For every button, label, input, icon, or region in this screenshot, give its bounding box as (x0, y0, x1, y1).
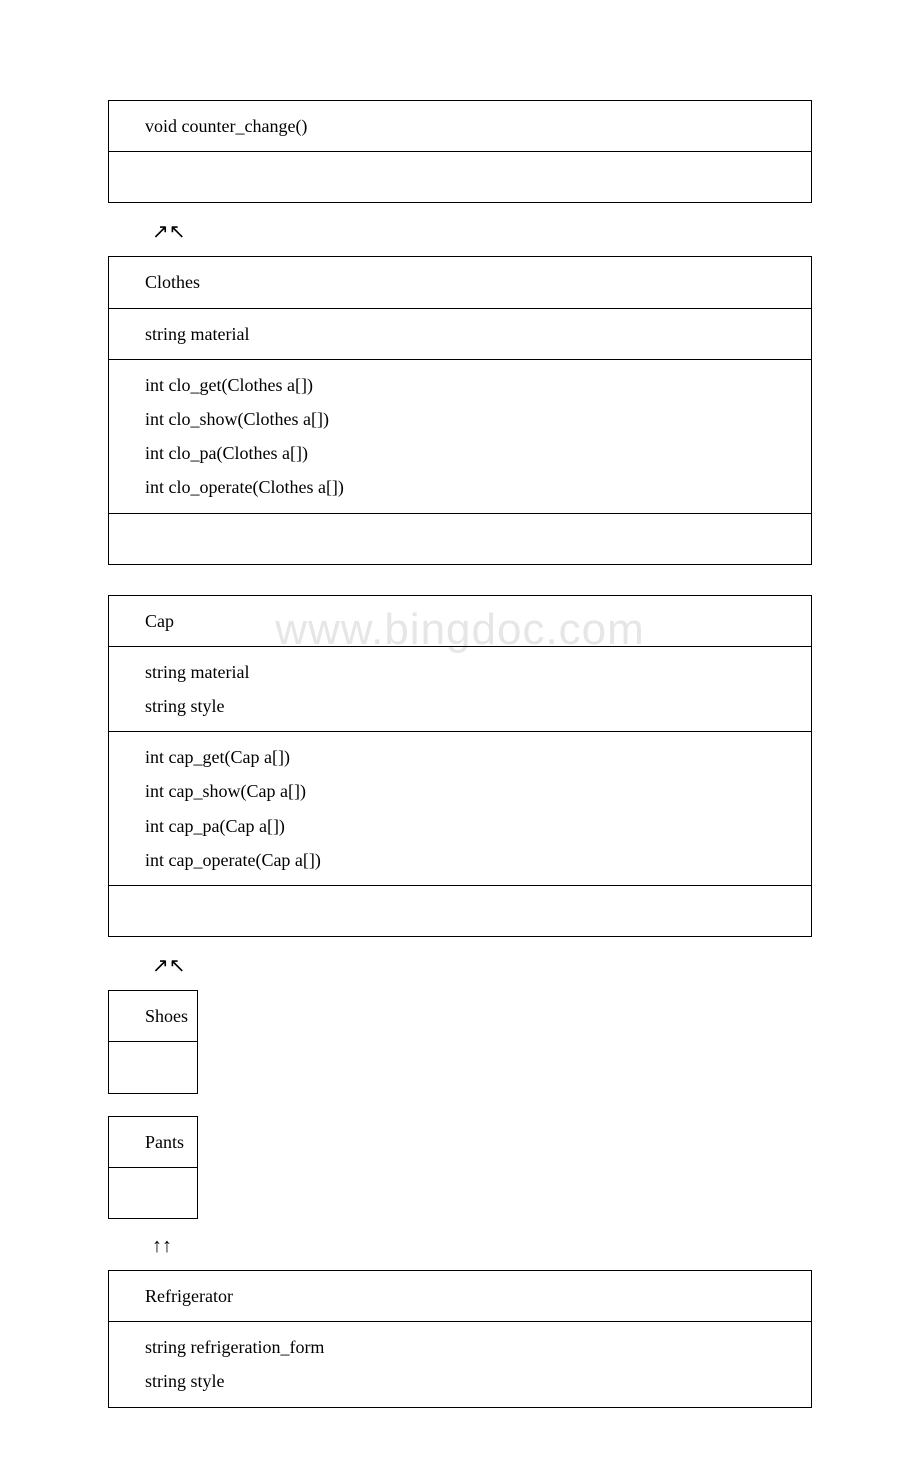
class-name-refrigerator: Refrigerator (109, 1271, 811, 1321)
empty-section (109, 1042, 197, 1092)
document-content: void counter_change() ↗↖ Clothes string … (108, 100, 812, 1408)
class-name-cap: Cap (109, 596, 811, 646)
class-name-text: Cap (145, 604, 801, 638)
empty-section (109, 152, 811, 202)
class-box-cap: Cap string material string style int cap… (108, 595, 812, 938)
attribute-text: string material (145, 317, 801, 351)
class-methods-clothes: int clo_get(Clothes a[]) int clo_show(Cl… (109, 360, 811, 513)
class-name-pants: Pants (109, 1117, 197, 1167)
attribute-text: string style (145, 1364, 801, 1398)
method-text: void counter_change() (145, 109, 801, 143)
attribute-text: string refrigeration_form (145, 1330, 801, 1364)
empty-section (109, 1168, 197, 1218)
class-name-shoes: Shoes (109, 991, 197, 1041)
attribute-text: string style (145, 689, 801, 723)
method-text: int cap_get(Cap a[]) (145, 740, 801, 774)
class-name-text: Clothes (145, 265, 801, 299)
class-methods-cap: int cap_get(Cap a[]) int cap_show(Cap a[… (109, 732, 811, 885)
arrows-diagonal: ↗↖ (108, 203, 812, 256)
empty-section (109, 514, 811, 564)
class-box-clothes: Clothes string material int clo_get(Clot… (108, 256, 812, 564)
method-text: int clo_pa(Clothes a[]) (145, 436, 801, 470)
method-text: int cap_pa(Cap a[]) (145, 809, 801, 843)
class-name-clothes: Clothes (109, 257, 811, 307)
class-attributes-cap: string material string style (109, 647, 811, 731)
attribute-text: string material (145, 655, 801, 689)
class-methods-counter: void counter_change() (109, 101, 811, 151)
method-text: int clo_get(Clothes a[]) (145, 368, 801, 402)
class-attributes-refrigerator: string refrigeration_form string style (109, 1322, 811, 1406)
method-text: int cap_operate(Cap a[]) (145, 843, 801, 877)
arrows-straight: ↑↑ (108, 1219, 812, 1270)
class-name-text: Refrigerator (145, 1279, 801, 1313)
class-name-text: Pants (145, 1125, 187, 1159)
method-text: int clo_operate(Clothes a[]) (145, 470, 801, 504)
method-text: int clo_show(Clothes a[]) (145, 402, 801, 436)
empty-section (109, 886, 811, 936)
class-box-refrigerator: Refrigerator string refrigeration_form s… (108, 1270, 812, 1408)
arrows-diagonal: ↗↖ (108, 937, 812, 990)
class-box-shoes: Shoes (108, 990, 198, 1093)
class-name-text: Shoes (145, 999, 187, 1033)
class-box-counter: void counter_change() (108, 100, 812, 203)
class-attributes-clothes: string material (109, 309, 811, 359)
method-text: int cap_show(Cap a[]) (145, 774, 801, 808)
class-box-pants: Pants (108, 1116, 198, 1219)
